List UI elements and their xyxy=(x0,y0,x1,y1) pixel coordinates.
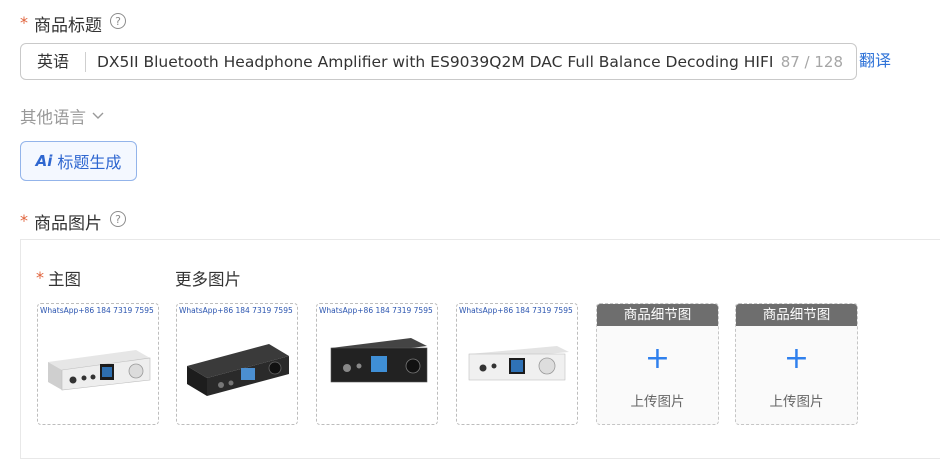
question-circle-icon[interactable]: ? xyxy=(110,13,126,29)
plus-icon: + xyxy=(644,341,671,376)
upload-detail-image-button[interactable]: 商品细节图 + 上传图片 xyxy=(596,303,719,425)
product-image-thumb[interactable]: WhatsApp+86 184 7319 7595 xyxy=(37,303,159,425)
upload-slot-label: 上传图片 xyxy=(769,394,824,410)
ai-icon: Ai xyxy=(35,152,53,170)
upload-slot-header: 商品细节图 xyxy=(736,304,857,326)
question-circle-icon[interactable]: ? xyxy=(110,211,126,227)
product-image-thumb[interactable]: WhatsApp+86 184 7319 7595 xyxy=(456,303,578,425)
title-input-value[interactable]: DX5II Bluetooth Headphone Amplifier with… xyxy=(97,53,773,71)
title-language: 英语 xyxy=(21,51,86,72)
silver-amplifier-image xyxy=(468,346,569,381)
black-amplifier-image xyxy=(187,344,289,396)
chevron-down-icon xyxy=(92,112,104,119)
title-label: 商品标题 xyxy=(34,16,102,36)
upload-slot-header: 商品细节图 xyxy=(597,304,718,326)
other-languages-label: 其他语言 xyxy=(20,108,86,127)
more-images-label: 更多图片 xyxy=(175,270,241,289)
silver-amplifier-image xyxy=(48,350,151,391)
title-input[interactable]: 英语 DX5II Bluetooth Headphone Amplifier w… xyxy=(20,43,857,80)
main-image-required-mark: * xyxy=(36,268,44,287)
main-image-label: 主图 xyxy=(48,270,81,289)
product-image-thumb[interactable]: WhatsApp+86 184 7319 7595 xyxy=(316,303,438,425)
upload-slot-label: 上传图片 xyxy=(630,394,685,410)
upload-detail-image-button[interactable]: 商品细节图 + 上传图片 xyxy=(735,303,858,425)
translate-link[interactable]: 翻译 xyxy=(859,47,891,71)
black-amplifier-image xyxy=(330,338,428,383)
other-languages-toggle[interactable]: 其他语言 xyxy=(20,104,104,128)
plus-icon: + xyxy=(783,341,810,376)
title-required-mark: * xyxy=(20,13,28,32)
char-count: 87 / 128 xyxy=(780,52,843,71)
ai-button-label: 标题生成 xyxy=(57,153,122,172)
images-label: 商品图片 xyxy=(34,214,102,234)
product-image-thumb[interactable]: WhatsApp+86 184 7319 7595 xyxy=(176,303,298,425)
ai-title-generate-button[interactable]: Ai 标题生成 xyxy=(20,141,137,181)
images-required-mark: * xyxy=(20,211,28,230)
